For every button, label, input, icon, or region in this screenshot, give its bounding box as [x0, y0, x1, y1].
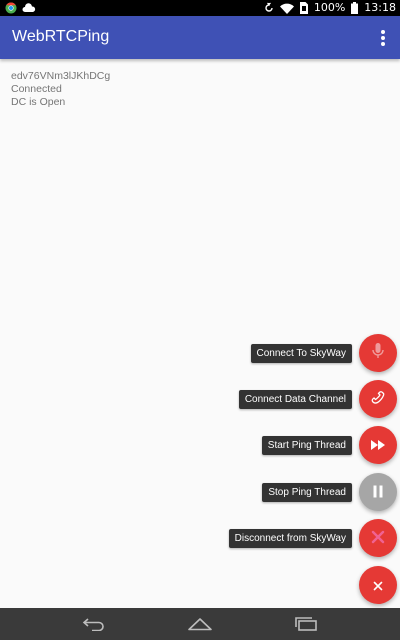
- battery-percent: 100%: [313, 1, 346, 14]
- fab-menu-item-start-ping[interactable]: Start Ping Thread: [261, 425, 397, 465]
- navigation-bar: [0, 608, 400, 640]
- stop-ping-button[interactable]: [359, 473, 397, 511]
- fab-menu-toggle-button[interactable]: [359, 566, 397, 604]
- close-icon: [373, 576, 383, 595]
- fab-label[interactable]: Connect Data Channel: [238, 389, 352, 409]
- fab-menu-item-connect-skyway[interactable]: Connect To SkyWay: [250, 333, 397, 373]
- fast-forward-icon: [370, 436, 386, 455]
- fab-menu-item-connect-data-channel[interactable]: Connect Data Channel: [238, 379, 397, 419]
- fab-label[interactable]: Connect To SkyWay: [250, 343, 352, 363]
- disconnect-skyway-button[interactable]: [359, 519, 397, 557]
- app-bar: WebRTCPing: [0, 16, 400, 59]
- clock: 13:18: [364, 1, 396, 14]
- fab-menu-item-stop-ping[interactable]: Stop Ping Thread: [262, 472, 397, 512]
- fab-label[interactable]: Disconnect from SkyWay: [228, 528, 352, 548]
- status-bar: 100% 13:18: [0, 0, 400, 16]
- connect-skyway-button[interactable]: [359, 334, 397, 372]
- back-icon[interactable]: [82, 616, 106, 632]
- fab-label[interactable]: Start Ping Thread: [261, 435, 352, 455]
- chrome-icon: [5, 2, 17, 14]
- more-vert-icon[interactable]: [380, 30, 386, 46]
- cloud-icon: [22, 3, 36, 13]
- start-ping-button[interactable]: [359, 426, 397, 464]
- data-channel-status-text: DC is Open: [11, 96, 66, 108]
- status-text-block: edv76VNm3lJKhDCg Connected DC is Open: [11, 70, 110, 109]
- connect-data-channel-button[interactable]: [359, 380, 397, 418]
- pause-icon: [372, 483, 384, 502]
- close-icon: [371, 529, 385, 548]
- sync-icon: [264, 2, 274, 14]
- app-title: WebRTCPing: [12, 28, 110, 45]
- mic-icon: [371, 342, 385, 364]
- fab-menu-item-disconnect-skyway[interactable]: Disconnect from SkyWay: [228, 518, 397, 558]
- home-icon[interactable]: [187, 616, 213, 632]
- connection-status-text: Connected: [11, 83, 62, 95]
- peer-id-text: edv76VNm3lJKhDCg: [11, 70, 111, 82]
- sim-icon: [299, 2, 308, 14]
- battery-icon: [351, 2, 359, 14]
- recents-icon[interactable]: [294, 616, 318, 632]
- fab-label[interactable]: Stop Ping Thread: [262, 482, 352, 502]
- wifi-icon: [279, 3, 294, 14]
- phone-icon: [370, 389, 386, 409]
